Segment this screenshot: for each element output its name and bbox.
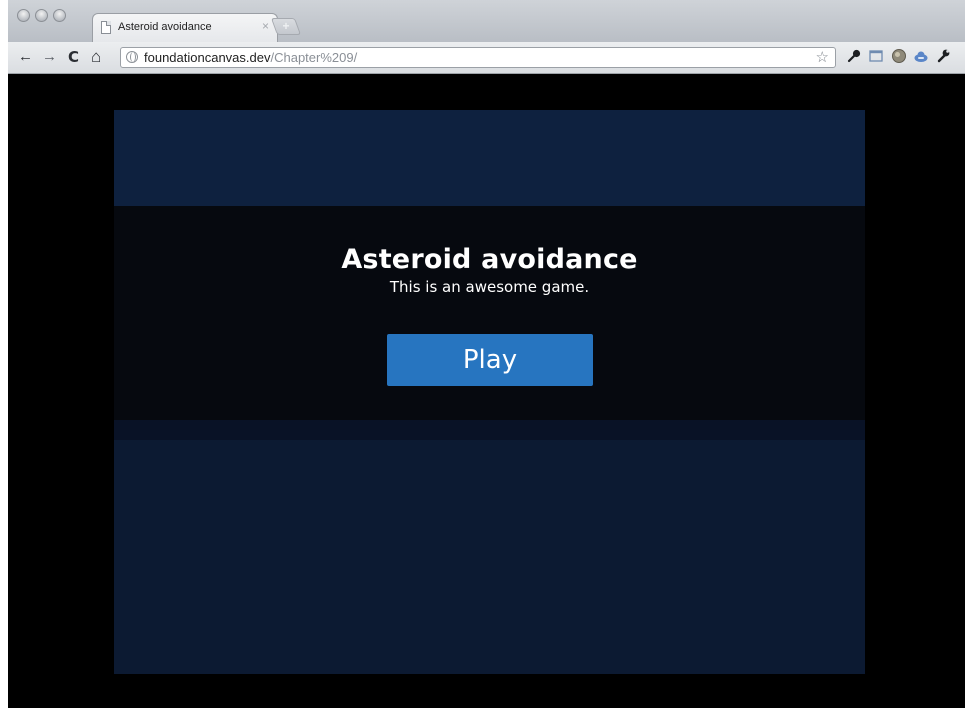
globe-icon — [126, 51, 138, 63]
pin-icon[interactable] — [846, 48, 862, 64]
close-window-button[interactable] — [17, 9, 30, 22]
tab-strip: Asteroid avoidance × + — [8, 0, 965, 42]
bookmark-star-icon[interactable]: ☆ — [816, 48, 829, 66]
browser-window: Asteroid avoidance × + ← → C ⌂ foundatio… — [8, 0, 965, 708]
title-overlay — [114, 206, 865, 420]
url-text[interactable]: foundationcanvas.dev/Chapter%209/ — [144, 50, 357, 65]
tab-asteroid-avoidance[interactable]: Asteroid avoidance × — [92, 13, 278, 42]
close-tab-icon[interactable]: × — [262, 19, 269, 33]
canvas-top-band — [114, 110, 865, 206]
minimize-window-button[interactable] — [35, 9, 48, 22]
canvas-bottom-band — [114, 440, 865, 674]
extension-globe-icon[interactable] — [891, 48, 907, 64]
reload-button[interactable]: C — [68, 47, 79, 67]
cloud-icon[interactable] — [913, 48, 929, 64]
game-title: Asteroid avoidance — [341, 244, 638, 275]
url-host: foundationcanvas.dev — [144, 50, 271, 65]
forward-button[interactable]: → — [42, 47, 57, 67]
back-button[interactable]: ← — [18, 47, 33, 67]
canvas-divider-band — [114, 420, 865, 440]
window-icon[interactable] — [868, 48, 884, 64]
page-viewport: Asteroid avoidance This is an awesome ga… — [8, 74, 965, 708]
browser-toolbar: ← → C ⌂ foundationcanvas.dev/Chapter%209… — [8, 42, 965, 74]
new-tab-button[interactable]: + — [270, 18, 302, 35]
tab-title: Asteroid avoidance — [118, 21, 212, 33]
zoom-window-button[interactable] — [53, 9, 66, 22]
game-subtitle: This is an awesome game. — [389, 278, 590, 296]
plus-icon: + — [282, 19, 290, 33]
page-icon — [101, 21, 111, 34]
game-canvas: Asteroid avoidance This is an awesome ga… — [114, 110, 865, 674]
url-path: /Chapter%209/ — [270, 50, 358, 65]
play-button[interactable]: Play — [387, 334, 593, 386]
wrench-icon[interactable] — [935, 48, 951, 64]
address-bar[interactable]: foundationcanvas.dev/Chapter%209/ ☆ — [120, 47, 836, 68]
home-button[interactable]: ⌂ — [91, 47, 101, 67]
